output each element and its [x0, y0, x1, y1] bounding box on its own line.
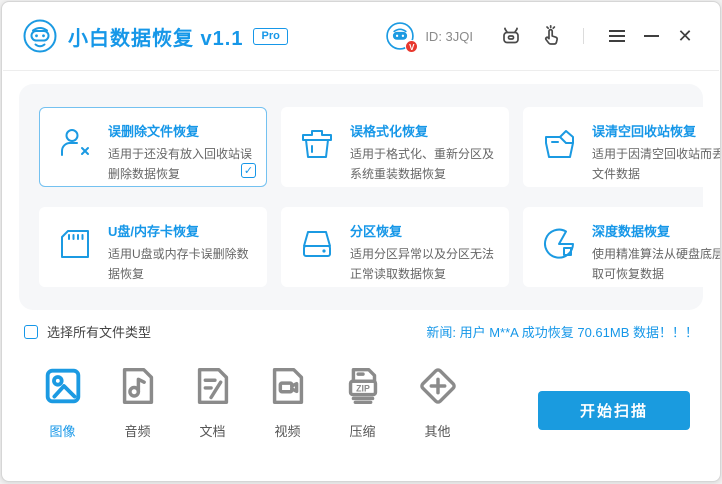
close-icon: ✕ — [677, 27, 692, 45]
card-checkbox-checked[interactable]: ✓ — [241, 163, 256, 178]
file-type-label: 其他 — [424, 421, 450, 440]
card-title: U盘/内存卡恢复 — [108, 221, 256, 240]
svg-text:ZIP: ZIP — [356, 383, 370, 393]
card-description: 适用分区异常以及分区无法正常读取数据恢复 — [350, 245, 498, 285]
click-hand-icon[interactable] — [539, 24, 563, 48]
card-title: 误格式化恢复 — [350, 121, 498, 140]
deep-scan-icon — [539, 224, 579, 264]
file-types-row: 图像 音频 文档 视频 — [39, 363, 690, 440]
card-description: 适用于还没有放入回收站误删除数据恢复 — [108, 145, 256, 185]
user-x-icon — [55, 124, 95, 164]
file-type-label: 图像 — [49, 421, 75, 440]
file-type-images[interactable]: 图像 — [39, 363, 86, 440]
card-description: 适用于格式化、重新分区及系统重装数据恢复 — [350, 145, 498, 185]
card-usb-sdcard-recovery[interactable]: U盘/内存卡恢复 适用U盘或内存卡误删除数据恢复 — [39, 207, 267, 287]
minimize-button[interactable] — [638, 23, 664, 49]
robot-helper-icon[interactable] — [499, 24, 523, 48]
app-window: 小白数据恢复 v1.1 Pro V ID: 3JQI — [1, 1, 721, 482]
file-type-audio[interactable]: 音频 — [114, 363, 161, 440]
titlebar: 小白数据恢复 v1.1 Pro V ID: 3JQI — [2, 2, 720, 70]
card-description: 适用U盘或内存卡误删除数据恢复 — [108, 245, 256, 285]
card-recycle-bin-recovery[interactable]: 误清空回收站恢复 适用于因清空回收站而丢失文件数据 — [523, 107, 721, 187]
card-deep-scan-recovery[interactable]: 深度数据恢复 使用精准算法从硬盘底层获取可恢复数据 — [523, 207, 721, 287]
file-type-archive[interactable]: ZIP 压缩 — [339, 363, 386, 440]
recycle-bin-icon — [539, 124, 579, 164]
app-logo-robot-icon — [22, 18, 58, 54]
vip-badge: V — [405, 40, 418, 53]
start-scan-button[interactable]: 开始扫描 — [538, 391, 690, 430]
file-type-video[interactable]: 视频 — [264, 363, 311, 440]
select-all-label: 选择所有文件类型 — [47, 322, 151, 341]
doc-file-icon — [190, 363, 236, 409]
image-file-icon — [40, 363, 86, 409]
card-format-recovery[interactable]: 误格式化恢复 适用于格式化、重新分区及系统重装数据恢复 — [281, 107, 509, 187]
card-deleted-file-recovery[interactable]: 误删除文件恢复 适用于还没有放入回收站误删除数据恢复 ✓ — [39, 107, 267, 187]
select-all-checkbox[interactable] — [24, 325, 38, 339]
zip-file-icon: ZIP — [340, 363, 386, 409]
file-type-documents[interactable]: 文档 — [189, 363, 236, 440]
video-file-icon — [265, 363, 311, 409]
file-type-label: 压缩 — [349, 421, 375, 440]
audio-file-icon — [115, 363, 161, 409]
recovery-modes-panel: 误删除文件恢复 适用于还没有放入回收站误删除数据恢复 ✓ 误格式化恢复 适用于格… — [19, 84, 703, 310]
sd-card-icon — [55, 224, 95, 264]
card-partition-recovery[interactable]: 分区恢复 适用分区异常以及分区无法正常读取数据恢复 — [281, 207, 509, 287]
card-title: 深度数据恢复 — [592, 221, 721, 240]
file-type-label: 音频 — [124, 421, 150, 440]
user-id-label: ID: 3JQI — [425, 29, 473, 44]
card-title: 分区恢复 — [350, 221, 498, 240]
header-divider — [3, 70, 719, 71]
card-title: 误删除文件恢复 — [108, 121, 256, 140]
pro-badge: Pro — [253, 28, 287, 45]
options-row: 选择所有文件类型 新闻: 用户 M**A 成功恢复 70.61MB 数据！！！ — [24, 322, 698, 341]
file-type-other[interactable]: 其他 — [414, 363, 461, 440]
card-description: 使用精准算法从硬盘底层获取可恢复数据 — [592, 245, 721, 285]
close-button[interactable]: ✕ — [672, 23, 698, 49]
format-bin-icon — [297, 124, 337, 164]
card-description: 适用于因清空回收站而丢失文件数据 — [592, 145, 721, 185]
titlebar-divider — [583, 28, 584, 44]
file-type-label: 视频 — [274, 421, 300, 440]
file-type-label: 文档 — [199, 421, 225, 440]
minimize-icon — [644, 35, 659, 37]
hamburger-icon — [609, 30, 625, 42]
hard-drive-icon — [297, 224, 337, 264]
card-title: 误清空回收站恢复 — [592, 121, 721, 140]
user-avatar[interactable]: V — [385, 21, 415, 51]
news-ticker: 新闻: 用户 M**A 成功恢复 70.61MB 数据！！！ — [426, 322, 698, 341]
app-title: 小白数据恢复 v1.1 — [68, 22, 243, 51]
other-plus-icon — [415, 363, 461, 409]
menu-button[interactable] — [604, 23, 630, 49]
